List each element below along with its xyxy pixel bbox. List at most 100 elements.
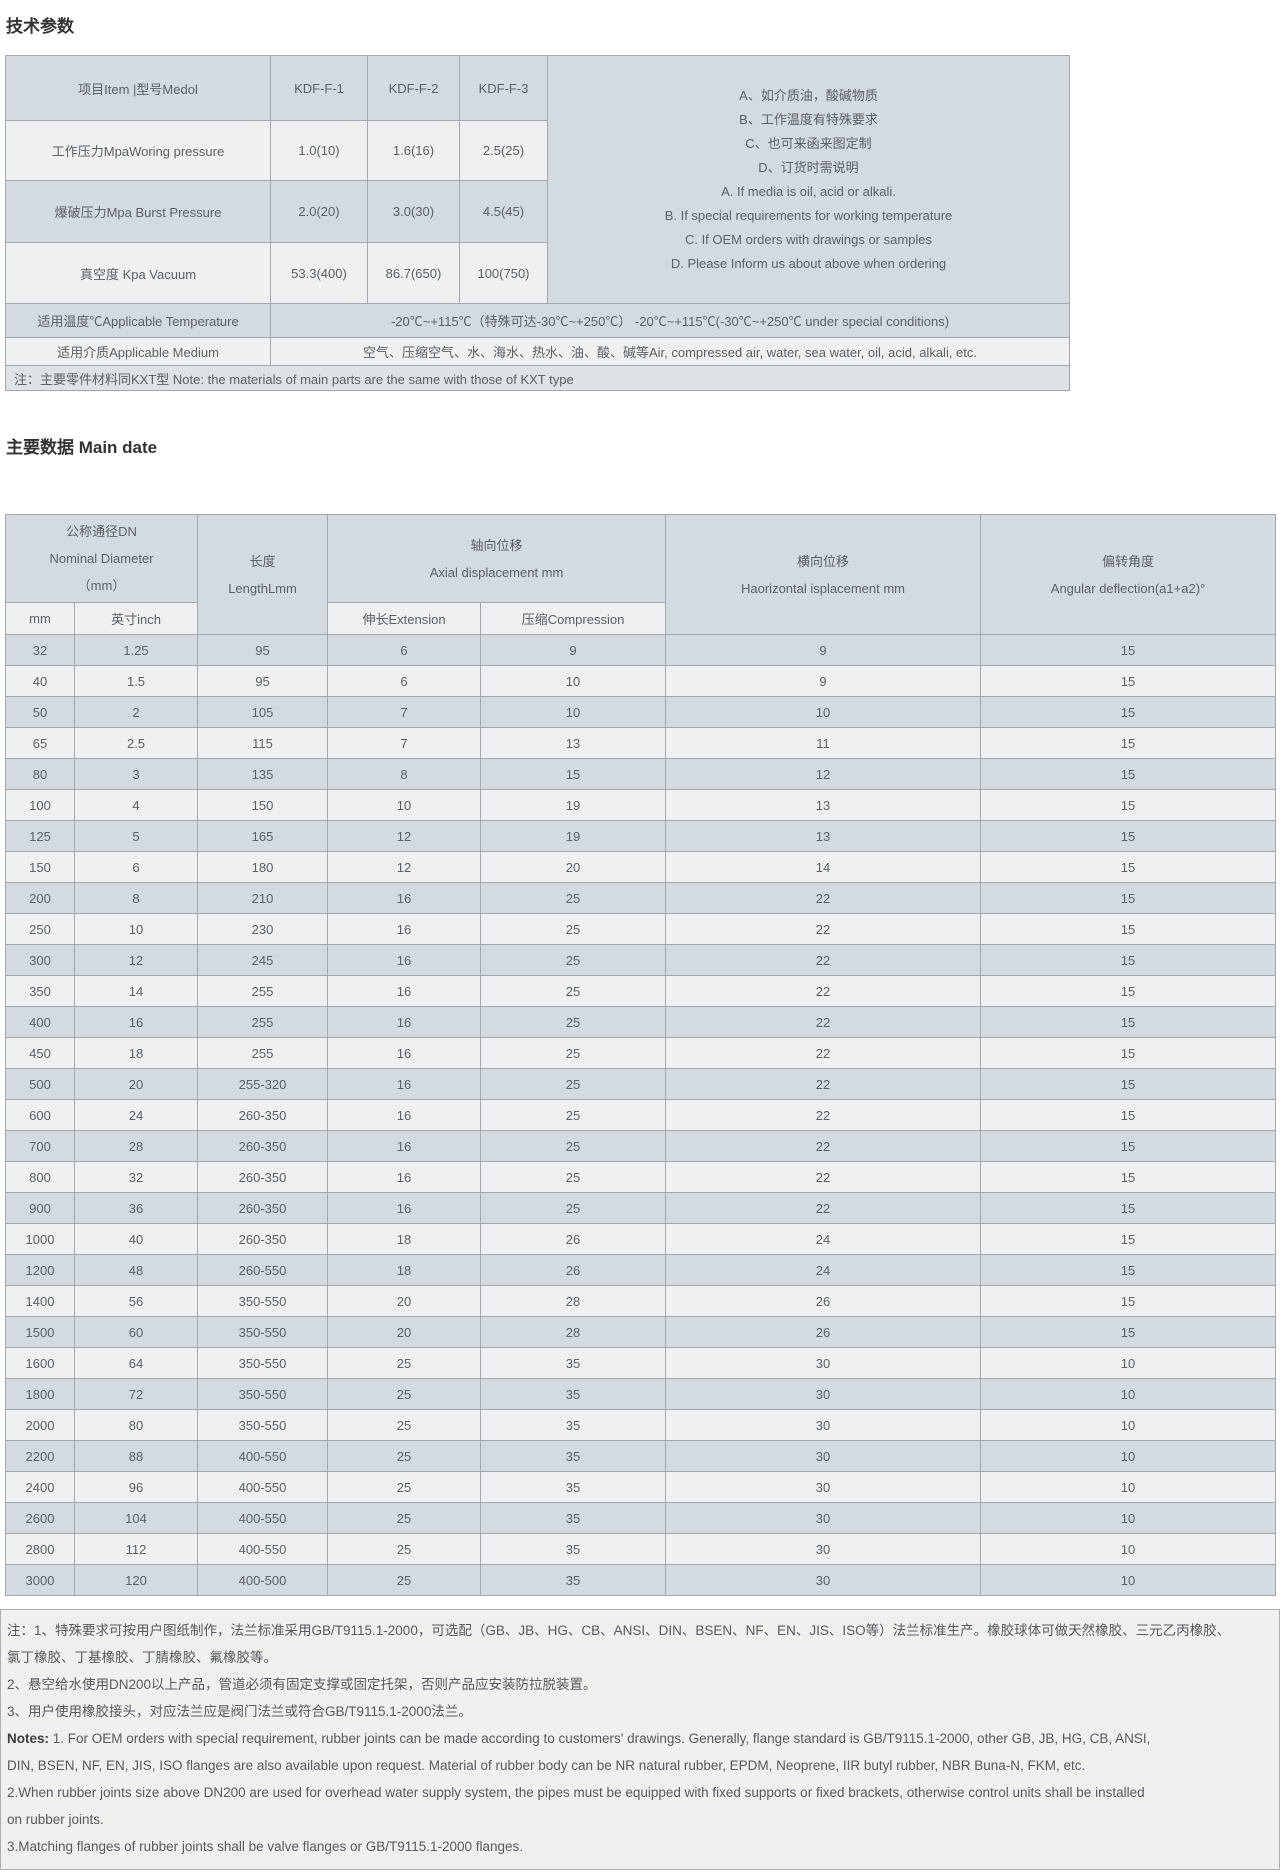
cell: 6 [328, 635, 481, 666]
table-row: 120048260-55018262415 [6, 1255, 1276, 1286]
cell: 4 [75, 790, 198, 821]
cell: 245 [198, 945, 328, 976]
cell: 22 [666, 976, 981, 1007]
table-row: 2600104400-55025353010 [6, 1503, 1276, 1534]
cell: 10 [981, 1348, 1276, 1379]
info-line: B. If special requirements for working t… [550, 204, 1067, 228]
table-row: 3000120400-50025353010 [6, 1565, 1276, 1596]
subheader-compression: 压缩Compression [481, 603, 666, 635]
cell: 15 [981, 1100, 1276, 1131]
header-line: （mm） [8, 572, 195, 599]
cell: 15 [981, 1224, 1276, 1255]
table-row: 100040260-35018262415 [6, 1224, 1276, 1255]
cell: 1.25 [75, 635, 198, 666]
cell: 22 [666, 1069, 981, 1100]
table-row: 60024260-35016252215 [6, 1100, 1276, 1131]
table-row: 321.259569915 [6, 635, 1276, 666]
cell: 15 [981, 1131, 1276, 1162]
notes-line: DIN, BSEN, NF, EN, JIS, ISO flanges are … [7, 1752, 1267, 1779]
cell: 16 [75, 1007, 198, 1038]
cell: 30 [666, 1534, 981, 1565]
cell: 16 [328, 1007, 481, 1038]
cell: 26 [666, 1317, 981, 1348]
cell: 255-320 [198, 1069, 328, 1100]
row-label: 适用介质Applicable Medium [6, 338, 271, 366]
table-row: 50020255-32016252215 [6, 1069, 1276, 1100]
cell: 96 [75, 1472, 198, 1503]
cell: 26 [481, 1255, 666, 1286]
cell: 12 [666, 759, 981, 790]
cell: 53.3(400) [271, 243, 368, 304]
cell: 112 [75, 1534, 198, 1565]
cell: 350-550 [198, 1317, 328, 1348]
cell: 350-550 [198, 1286, 328, 1317]
table-row: 适用介质Applicable Medium 空气、压缩空气、水、海水、热水、油、… [6, 338, 1070, 366]
table-row: 180072350-55025353010 [6, 1379, 1276, 1410]
notes-label: Notes: [7, 1731, 49, 1746]
table-row: 80032260-35016252215 [6, 1162, 1276, 1193]
cell: 2800 [6, 1534, 75, 1565]
cell: 400 [6, 1007, 75, 1038]
cell: 135 [198, 759, 328, 790]
cell: 16 [328, 883, 481, 914]
cell: 450 [6, 1038, 75, 1069]
cell: 22 [666, 883, 981, 914]
cell: 22 [666, 1038, 981, 1069]
cell: 10 [981, 1565, 1276, 1596]
cell: 350-550 [198, 1379, 328, 1410]
cell: 5 [75, 821, 198, 852]
cell: 1800 [6, 1379, 75, 1410]
cell: 13 [666, 790, 981, 821]
cell: 260-350 [198, 1224, 328, 1255]
cell: 35 [481, 1503, 666, 1534]
table-row: 2800112400-55025353010 [6, 1534, 1276, 1565]
header-line: 轴向位移 [330, 532, 663, 559]
cell: 22 [666, 945, 981, 976]
cell: 8 [328, 759, 481, 790]
header-line: Nominal Diameter [8, 545, 195, 572]
cell: 15 [981, 1317, 1276, 1348]
cell: 2 [75, 697, 198, 728]
cell: 15 [981, 1069, 1276, 1100]
cell: 16 [328, 914, 481, 945]
cell: 16 [328, 1131, 481, 1162]
cell: 25 [328, 1565, 481, 1596]
cell: 18 [75, 1038, 198, 1069]
cell: 260-350 [198, 1193, 328, 1224]
cell: 115 [198, 728, 328, 759]
cell: 25 [328, 1348, 481, 1379]
cell: 48 [75, 1255, 198, 1286]
cell: 3000 [6, 1565, 75, 1596]
cell: 20 [328, 1286, 481, 1317]
cell: 25 [328, 1503, 481, 1534]
cell: 1600 [6, 1348, 75, 1379]
notes-box: 注：1、特殊要求可按用户图纸制作，法兰标准采用GB/T9115.1-2000，可… [0, 1609, 1280, 1870]
cell: 100 [6, 790, 75, 821]
ordering-info-cell: A、如介质油，酸碱物质 B、工作温度有特殊要求 C、也可来函来图定制 D、订货时… [548, 56, 1070, 304]
cell: 30 [666, 1441, 981, 1472]
cell: 22 [666, 914, 981, 945]
notes-line: 氯丁橡胶、丁基橡胶、丁腈橡胶、氟橡胶等。 [7, 1644, 1267, 1671]
header-line: Axial displacement mm [330, 559, 663, 586]
cell: 8 [75, 883, 198, 914]
cell: 25 [481, 1193, 666, 1224]
tech-params-table: 项目Item |型号Medol KDF-F-1 KDF-F-2 KDF-F-3 … [5, 55, 1070, 391]
table-row: 70028260-35016252215 [6, 1131, 1276, 1162]
cell: 10 [981, 1503, 1276, 1534]
cell: 25 [481, 883, 666, 914]
table-row: 200821016252215 [6, 883, 1276, 914]
cell: 36 [75, 1193, 198, 1224]
cell: 11 [666, 728, 981, 759]
cell: 500 [6, 1069, 75, 1100]
cell: 15 [981, 635, 1276, 666]
cell: 25 [328, 1379, 481, 1410]
cell: 26 [481, 1224, 666, 1255]
cell: 2200 [6, 1441, 75, 1472]
cell: 3.0(30) [368, 181, 460, 243]
cell: 230 [198, 914, 328, 945]
subheader-mm: mm [6, 603, 75, 635]
cell: 18 [328, 1255, 481, 1286]
cell: 3 [75, 759, 198, 790]
table-row: 4001625516252215 [6, 1007, 1276, 1038]
cell: 95 [198, 666, 328, 697]
